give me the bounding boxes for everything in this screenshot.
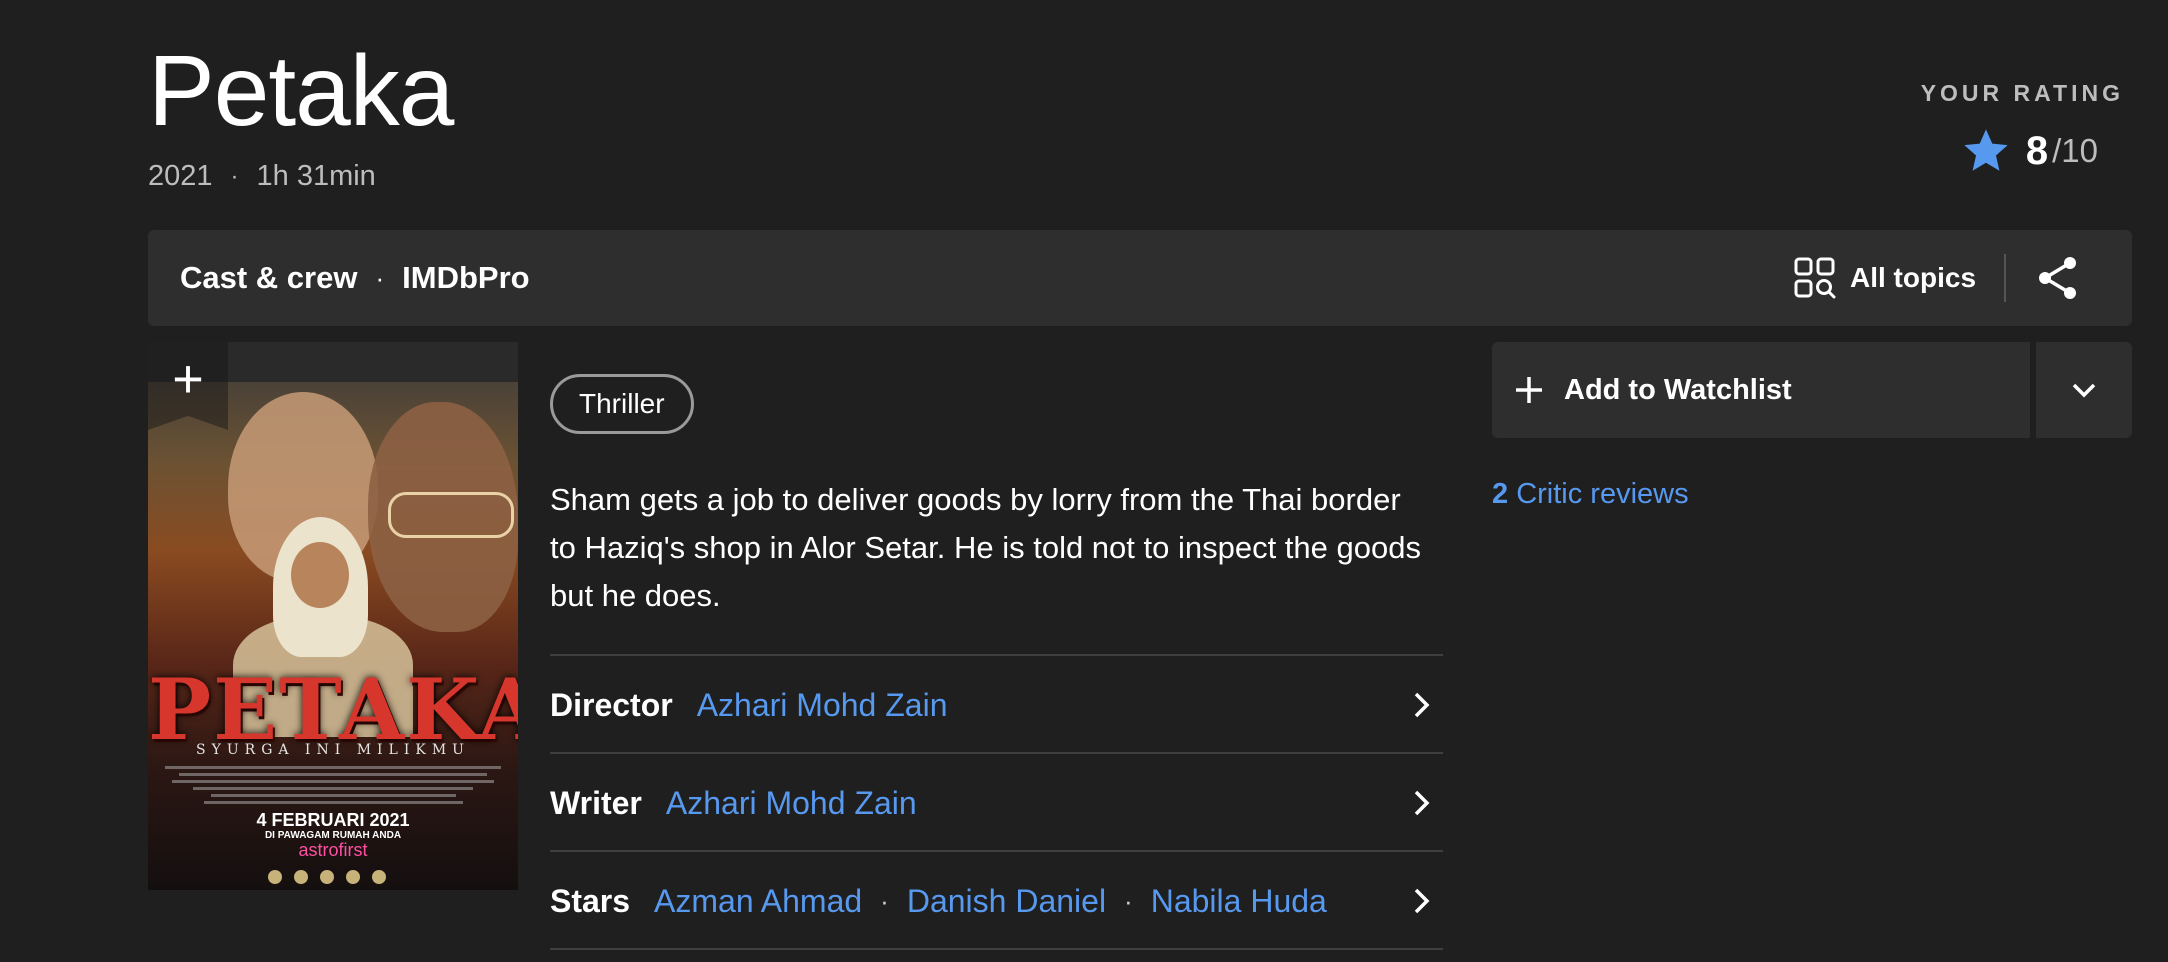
credit-name-link[interactable]: Danish Daniel (907, 883, 1106, 920)
credit-name-link[interactable]: Azhari Mohd Zain (666, 785, 917, 822)
watchlist-label: Add to Watchlist (1564, 373, 1792, 406)
poster-subtitle: SYURGA INI MILIKMU (196, 742, 470, 758)
subnav-separator: · (375, 262, 385, 293)
rating-scale: /10 (2052, 132, 2098, 169)
poster-watchlist-ribbon[interactable]: + (148, 342, 228, 430)
chevron-down-icon (2072, 383, 2096, 398)
poster-image[interactable]: PETAKA SYURGA INI MILIKMU 4 FEBRUARI 202… (148, 342, 518, 890)
plus-icon: + (172, 349, 204, 409)
credit-row-writer[interactable]: Writer Azhari Mohd Zain (550, 752, 1443, 852)
credit-role-label: Writer (550, 784, 642, 821)
watchlist-dropdown-button[interactable] (2036, 342, 2132, 438)
your-rating-button[interactable]: 8 /10 (1960, 125, 2098, 177)
subnav-bar: Cast & crew · IMDbPro All topics (148, 230, 2132, 326)
credit-name-link[interactable]: Azman Ahmad (654, 883, 862, 920)
credit-separator: · (880, 885, 889, 916)
critic-reviews-label: Critic reviews (1516, 478, 1689, 510)
release-year[interactable]: 2021 (148, 160, 213, 193)
poster-release-date: 4 FEBRUARI 2021 (256, 810, 410, 830)
poster-credit-block (158, 762, 508, 808)
critic-reviews-count: 2 (1492, 478, 1509, 510)
subnav-divider (2004, 254, 2006, 302)
all-topics-button[interactable]: All topics (1794, 230, 1976, 326)
chevron-right-icon (1414, 692, 1430, 718)
meta-separator: · (230, 162, 239, 190)
chevron-right-icon (1414, 790, 1430, 816)
credit-row-stars[interactable]: Stars Azman Ahmad · Danish Daniel · Nabi… (550, 850, 1443, 950)
share-icon[interactable] (2032, 252, 2084, 304)
poster-figure-glasses (388, 492, 514, 538)
credit-separator: · (1124, 885, 1133, 916)
chevron-right-icon (1414, 888, 1430, 914)
poster-brand: astrofirst (298, 840, 368, 860)
credit-name-link[interactable]: Nabila Huda (1151, 883, 1327, 920)
genre-chip-thriller[interactable]: Thriller (550, 374, 694, 434)
page-title: Petaka (148, 35, 454, 147)
your-rating-label: YOUR RATING (1920, 80, 2124, 106)
title-metadata: 2021 · 1h 31min (148, 160, 376, 193)
star-icon (1964, 129, 2008, 171)
runtime: 1h 31min (256, 160, 376, 192)
grid-search-icon (1794, 257, 1836, 299)
credit-name-link[interactable]: Azhari Mohd Zain (697, 687, 948, 724)
credits-bottom-divider (550, 948, 1443, 950)
add-to-watchlist-button[interactable]: Add to Watchlist (1492, 342, 2030, 438)
rating-value: 8 (2025, 128, 2049, 173)
poster-figure-face (291, 542, 349, 608)
critic-reviews-link[interactable]: 2 Critic reviews (1492, 478, 1689, 511)
all-topics-label: All topics (1850, 262, 1977, 293)
credit-role-label: Stars (550, 882, 631, 919)
imdbpro-link[interactable]: IMDbPro (402, 260, 529, 296)
poster-sponsor-logos (268, 870, 386, 884)
credit-row-director[interactable]: Director Azhari Mohd Zain (550, 654, 1443, 754)
cast-crew-link[interactable]: Cast & crew (180, 260, 357, 296)
plot-summary: Sham gets a job to deliver goods by lorr… (550, 482, 1421, 613)
plus-icon (1516, 377, 1542, 403)
credit-role-label: Director (550, 686, 673, 723)
